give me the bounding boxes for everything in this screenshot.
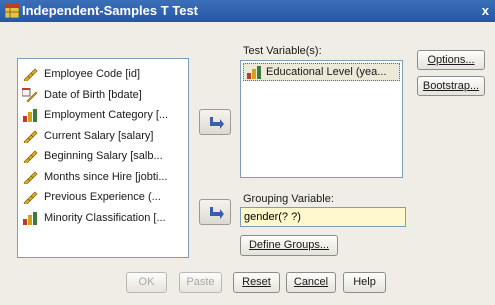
test-variables-label: Test Variable(s): [243,45,322,57]
ordinal-bar-icon [247,66,261,79]
list-item-label: Educational Level (yea... [266,66,387,78]
list-item[interactable]: Educational Level (yea... [243,63,400,81]
window-title: Independent-Samples T Test [22,3,199,18]
move-to-test-button[interactable] [199,109,231,135]
list-item-label: Date of Birth [bdate] [44,88,142,101]
paste-button[interactable]: Paste [179,272,222,293]
scale-icon [23,171,38,184]
reset-button[interactable]: Reset [233,272,280,293]
test-variables-list[interactable]: Educational Level (yea... [240,60,403,178]
cancel-button[interactable]: Cancel [286,272,336,293]
close-icon[interactable]: x [482,3,489,18]
table-app-icon [5,4,19,18]
list-item-label: Employment Category [... [44,109,169,121]
help-button[interactable]: Help [343,272,386,293]
scale-icon [23,150,38,163]
ordinal-bar-icon [23,109,37,122]
scale-icon [23,191,38,204]
define-groups-button[interactable]: Define Groups... [240,235,338,256]
grouping-variable-label: Grouping Variable: [243,193,334,205]
arrow-right-icon [210,117,224,129]
list-item-label: Minority Classification [... [44,211,166,224]
scale-icon [23,130,38,143]
arrow-right-icon [210,207,224,219]
list-item-label: Employee Code [id] [44,68,140,80]
date-scale-icon [22,87,38,102]
list-item-label: Previous Experience (... [44,191,161,203]
ok-button[interactable]: OK [126,272,167,293]
list-item-label: Months since Hire [jobti... [44,170,168,183]
list-item-label: Current Salary [salary] [44,129,154,142]
list-item-label: Beginning Salary [salb... [44,150,163,162]
title-bar: Independent-Samples T Test x [0,0,495,22]
grouping-variable-field[interactable] [240,207,406,227]
bootstrap-button[interactable]: Bootstrap... [417,76,485,96]
options-button[interactable]: Options... [417,50,485,70]
move-to-grouping-button[interactable] [199,199,231,225]
source-variable-list[interactable]: Employee Code [id] Date of Birth [bdate] E… [17,58,189,258]
scale-icon [23,68,38,81]
ordinal-bar-icon [23,211,37,225]
